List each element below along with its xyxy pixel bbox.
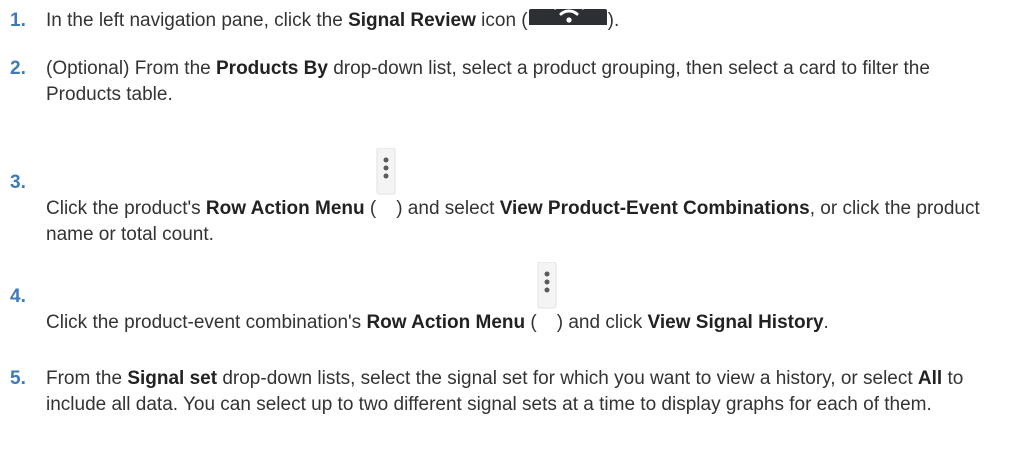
wifi-signal-icon [528,0,607,25]
procedure-steps: 1. In the left navigation pane, click th… [0,0,1009,450]
step-text: (Optional) From the Products By drop-dow… [46,56,1001,108]
step-number: 4. [10,286,26,307]
step-text-segment: . [823,312,829,333]
ui-term-row-action-menu: Row Action Menu [366,312,526,333]
step-text-segment: icon ( [475,10,528,31]
step-text-segment: Click the product's [46,198,206,219]
kebab-menu-icon [376,148,396,220]
kebab-menu-icon [537,262,557,334]
step-text: From the Signal set drop-down lists, sel… [46,366,1001,418]
ui-term-view-product-event-combinations: View Product-Event Combinations [499,198,810,219]
step-text-segment: ). [607,10,620,31]
ui-term-signal-set: Signal set [127,368,218,389]
step-text: Click the product-event combination's Ro… [46,262,1001,336]
ui-term-view-signal-history: View Signal History [647,312,824,333]
step-text-segment: drop-down lists, select the signal set f… [217,368,918,389]
step-text-segment: ) and click [556,312,648,333]
step-text-segment: From the [46,368,128,389]
step-text-segment: In the left navigation pane, click the [46,10,349,31]
step-number: 2. [10,58,26,79]
step-text: Click the product's Row Action Menu ( ) a… [46,148,1001,248]
ui-term-row-action-menu: Row Action Menu [205,198,365,219]
step-text-segment: (Optional) From the [46,58,216,79]
step-number: 3. [10,172,26,193]
ui-term-signal-review: Signal Review [348,10,476,31]
step-text: In the left navigation pane, click the S… [46,0,1001,34]
step-text-segment: Click the product-event combination's [46,312,367,333]
step-text-segment: ( [364,198,377,219]
ui-term-products-by: Products By [216,58,328,79]
step-number: 1. [10,10,26,31]
step-text-segment: ) and select [396,198,500,219]
ui-term-all: All [917,368,943,389]
step-number: 5. [10,368,26,389]
step-text-segment: ( [525,312,537,333]
